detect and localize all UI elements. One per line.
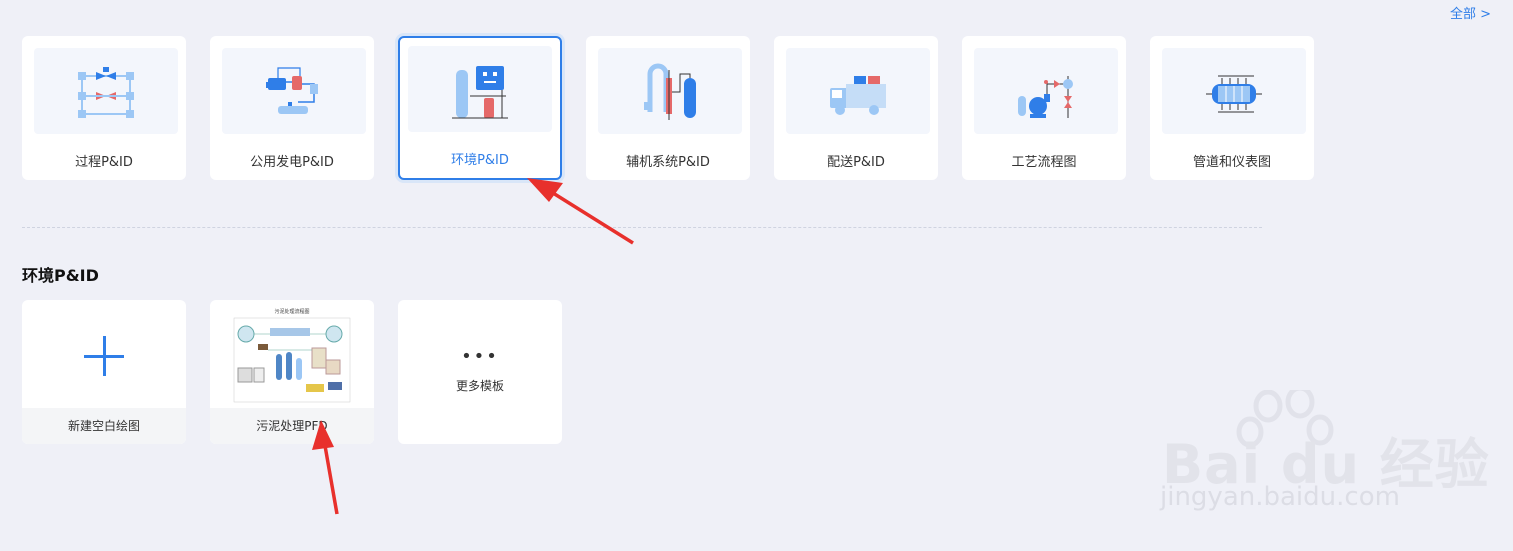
section-title: 环境P&ID	[22, 266, 99, 285]
preview-title: 污泥处理流程图	[274, 308, 309, 315]
piping-instrument-icon	[1206, 75, 1262, 113]
category-label: 环境P&ID	[451, 153, 509, 168]
category-label: 管道和仪表图	[1192, 155, 1271, 170]
category-label: 辅机系统P&ID	[626, 155, 710, 170]
more-templates-card[interactable]: ••• 更多模板	[398, 300, 562, 444]
category-label: 公用发电P&ID	[250, 155, 334, 170]
template-caption: 新建空白绘图	[22, 408, 186, 444]
category-card-power-generation-pid[interactable]: 公用发电P&ID	[210, 36, 374, 180]
power-generation-pid-icon	[266, 67, 318, 114]
template-preview-image: 污泥处理流程图	[233, 308, 351, 403]
section-divider	[22, 227, 1262, 228]
auxiliary-system-pid-icon	[644, 63, 696, 120]
category-thumbnail	[786, 48, 930, 134]
process-flow-icon	[1018, 76, 1073, 118]
category-thumbnail	[1162, 48, 1306, 134]
view-all-link[interactable]: 全部 >	[1450, 3, 1491, 22]
category-thumbnail	[598, 48, 742, 134]
delivery-truck-icon	[830, 76, 886, 115]
category-label: 配送P&ID	[827, 155, 885, 170]
environment-pid-icon	[452, 66, 508, 119]
category-card-environment-pid[interactable]: 环境P&ID	[398, 36, 562, 180]
category-card-delivery-pid[interactable]: 配送P&ID	[774, 36, 938, 180]
more-dots-icon: •••	[461, 346, 499, 367]
category-label: 过程P&ID	[75, 155, 133, 170]
template-card-sludge-pfd[interactable]: 污泥处理流程图 污泥处理PFD	[210, 300, 374, 444]
category-thumbnail	[222, 48, 366, 134]
more-templates-label: 更多模板	[455, 379, 504, 393]
template-caption: 污泥处理PFD	[210, 408, 374, 444]
category-label: 工艺流程图	[1011, 155, 1077, 170]
category-thumbnail	[408, 46, 552, 132]
category-thumbnail	[34, 48, 178, 134]
watermark-url: jingyan.baidu.com	[1160, 482, 1400, 512]
category-card-piping-instrument[interactable]: 管道和仪表图	[1150, 36, 1314, 180]
annotation-arrow-category	[527, 178, 634, 245]
new-blank-drawing-card[interactable]: 新建空白绘图	[22, 300, 186, 444]
category-card-process-pid[interactable]: 过程P&ID	[22, 36, 186, 180]
category-thumbnail	[974, 48, 1118, 134]
process-pid-icon	[78, 67, 134, 118]
category-card-auxiliary-system-pid[interactable]: 辅机系统P&ID	[586, 36, 750, 180]
plus-icon	[84, 336, 124, 376]
category-card-process-flow[interactable]: 工艺流程图	[962, 36, 1126, 180]
